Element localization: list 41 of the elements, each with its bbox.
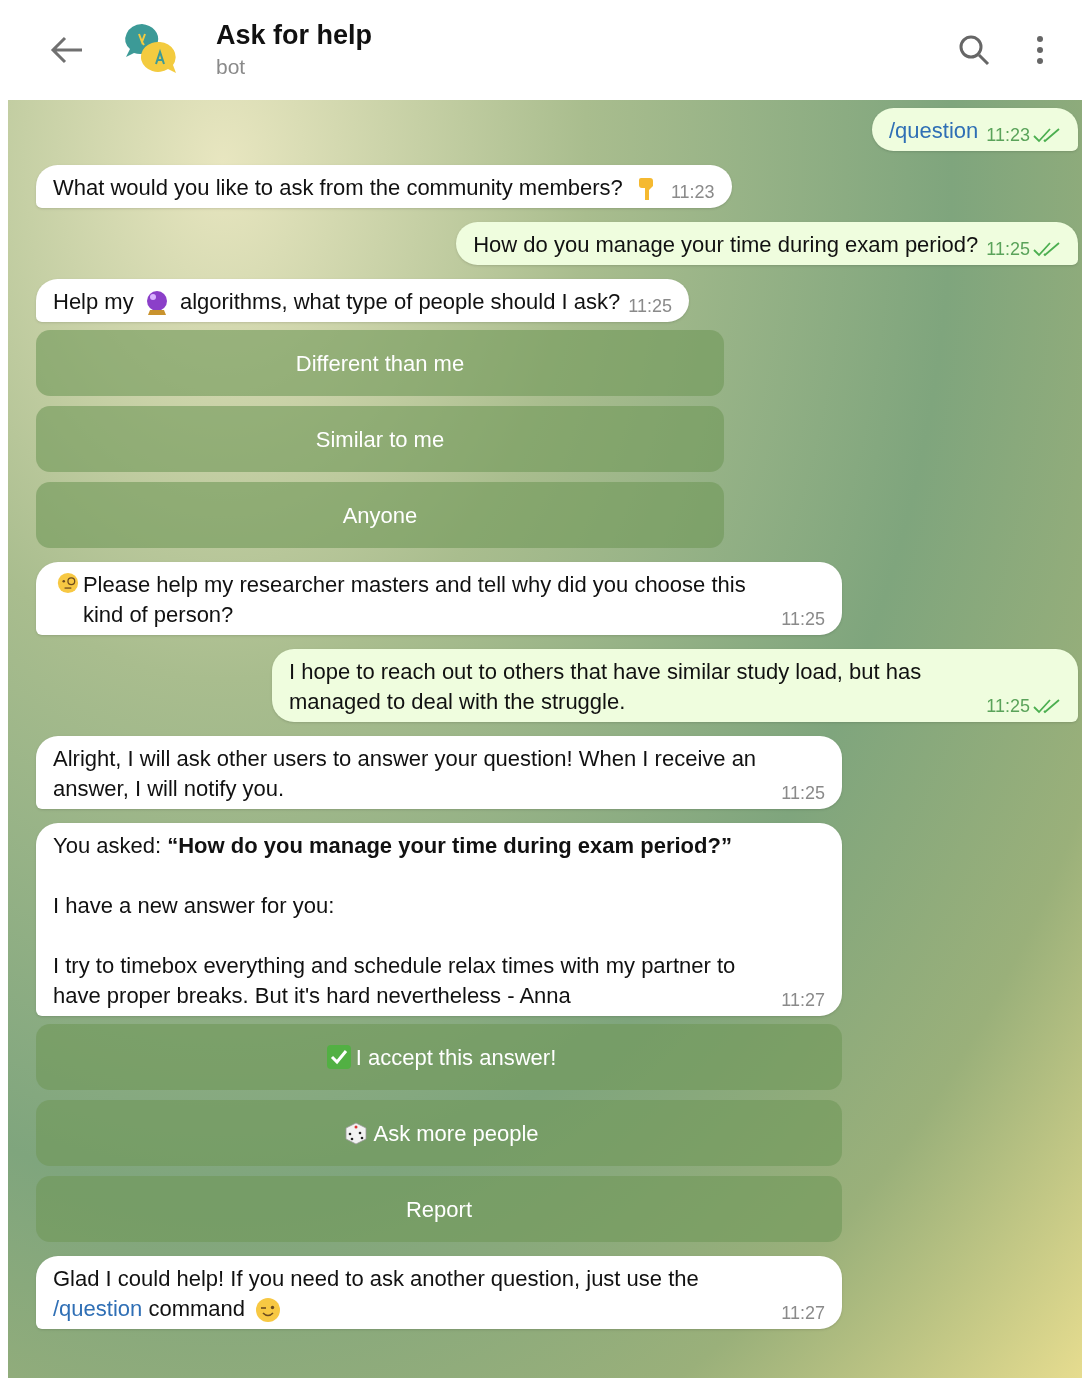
message-text: I have a new answer for you:	[53, 893, 335, 918]
dice-icon	[343, 1120, 370, 1146]
command-link[interactable]: /question	[53, 1296, 143, 1321]
message-time: 11:23	[670, 181, 715, 204]
reply-button[interactable]: Ask more people	[36, 1100, 842, 1166]
message-text: Glad I could help! If you need to ask another question, just use the	[53, 1266, 699, 1291]
message-text: Please help my researcher masters and tell why did you choose this kind of person?	[82, 571, 747, 629]
message-time: 11:25	[986, 238, 1030, 261]
message-time: 11:25	[781, 608, 825, 631]
double-check-icon	[1033, 241, 1061, 257]
message-text: command	[148, 1296, 245, 1321]
chat-subtitle: bot	[216, 54, 247, 80]
message-time: 11:23	[986, 124, 1030, 147]
double-check-icon	[1033, 127, 1061, 143]
message-text: Alright, I will ask other users to answer your question! When I receive an answer, I will notify you.	[53, 746, 757, 801]
message-time: 11:27	[781, 989, 825, 1012]
face-with-monocle-icon	[57, 570, 79, 596]
back-arrow-icon[interactable]	[50, 35, 84, 65]
message-text: Help my	[53, 289, 134, 314]
command-link[interactable]: /question	[889, 118, 979, 143]
message-text: You asked: “How do you manage your time during exam period?”	[53, 833, 732, 858]
message-text: I hope to reach out to others that have similar study load, but has managed to deal with the struggle.	[289, 659, 922, 714]
message-time: 11:25	[986, 695, 1030, 718]
message-text: What would you like to ask from the community members?	[53, 175, 623, 200]
double-check-icon	[1033, 698, 1061, 714]
message-time: 11:25	[628, 295, 672, 318]
reply-button[interactable]: Similar to me	[36, 406, 724, 472]
message-time: 11:25	[781, 782, 825, 805]
reply-button[interactable]: I accept this answer!	[36, 1024, 842, 1090]
message-time: 11:27	[781, 1302, 825, 1325]
winking-face-icon	[255, 1297, 282, 1324]
message-text: I try to timebox everything and schedule relax times with my partner to have proper breaks. But it's hard nevertheless - Anna	[53, 953, 736, 1008]
chat-title: Ask for help	[216, 19, 373, 52]
reply-button[interactable]: Different than me	[36, 330, 724, 396]
reply-button[interactable]: Anyone	[36, 482, 724, 548]
message-text: How do you manage your time during exam period?	[473, 232, 979, 257]
message-text: algorithms, what type of people should I ask?	[179, 289, 621, 314]
reply-button[interactable]: Report	[36, 1176, 842, 1242]
check-mark-icon	[325, 1044, 352, 1070]
more-options-icon[interactable]	[1036, 35, 1044, 65]
search-icon[interactable]	[958, 34, 990, 66]
